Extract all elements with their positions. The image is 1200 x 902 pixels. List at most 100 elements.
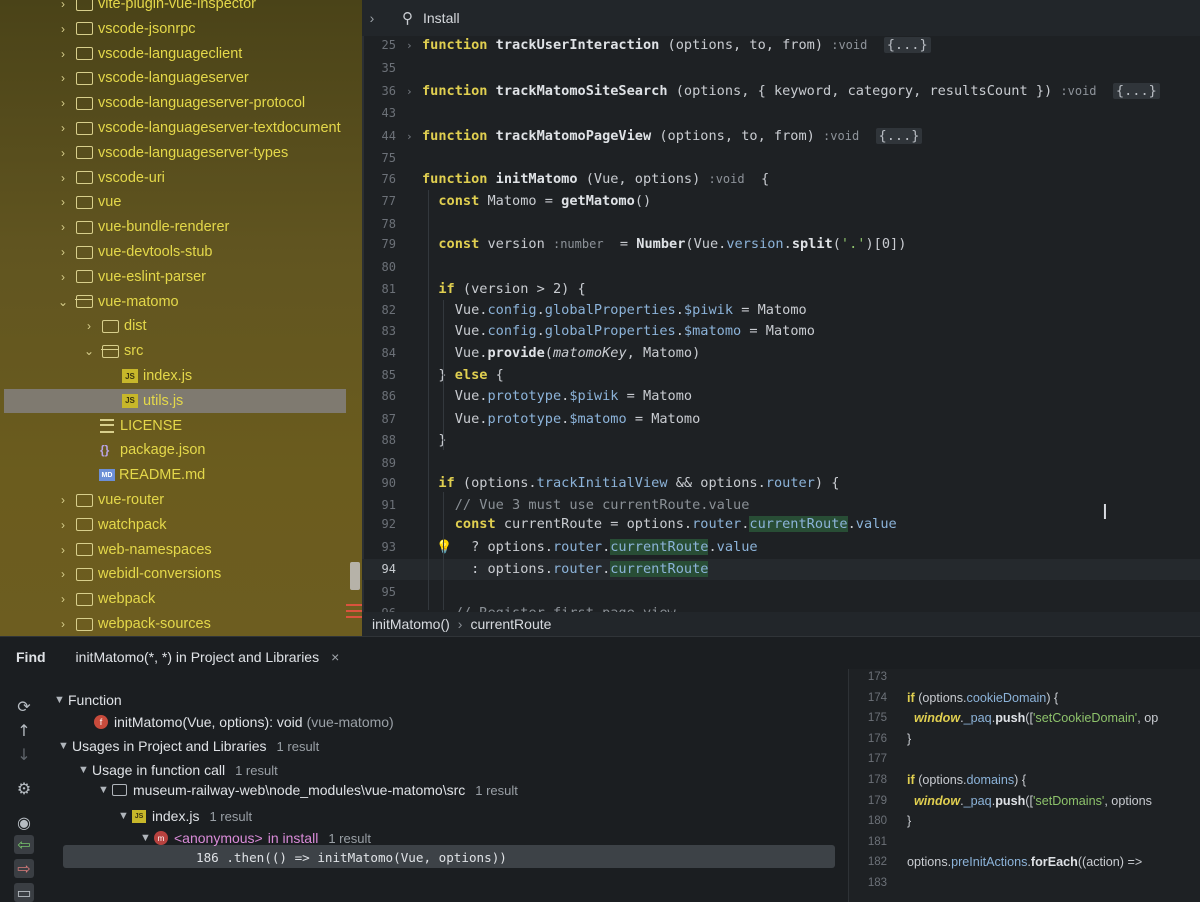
tree-item[interactable]: ⌄ vue-matomo [0, 290, 362, 314]
fold-chevron-icon[interactable]: › [406, 126, 413, 147]
code-line[interactable]: 75 [362, 148, 1200, 169]
chevron-right-icon[interactable]: › [56, 71, 70, 85]
tree-item[interactable]: › vue-bundle-renderer [0, 215, 362, 239]
function-target[interactable]: f initMatomo(Vue, options): void (vue-ma… [94, 711, 394, 733]
code-line[interactable]: 82 Vue.config.globalProperties.$piwik = … [362, 300, 1200, 321]
code-line[interactable]: 36 › function trackMatomoSiteSearch (optio… [362, 81, 1200, 102]
chevron-right-icon[interactable]: › [56, 220, 70, 234]
code-line[interactable]: 83 Vue.config.globalProperties.$matomo =… [362, 321, 1200, 342]
eye-icon[interactable]: ◉ [14, 813, 34, 832]
chevron-right-icon[interactable]: › [56, 146, 70, 160]
code-line[interactable]: 78 [362, 214, 1200, 235]
tree-item[interactable]: › webpack-sources [0, 612, 362, 636]
chevron-right-icon[interactable]: › [82, 319, 96, 333]
code-line[interactable]: 76 function initMatomo (Vue, options) :vo… [362, 169, 1200, 190]
usage-preview[interactable]: 173 174 if (options.cookieDomain) {175 win… [848, 669, 1200, 902]
code-editor[interactable]: › ⚲ Install 25 › function trackUserInterac… [362, 0, 1200, 612]
chevron-right-icon[interactable]: › [56, 543, 70, 557]
tree-item[interactable]: MD README.md [0, 463, 362, 487]
arrow-up-icon[interactable]: ↑ [14, 721, 34, 740]
code-line[interactable]: 80 [362, 257, 1200, 278]
chevron-right-icon[interactable]: › [56, 171, 70, 185]
code-line[interactable]: 89 [362, 453, 1200, 474]
fold-chevron-icon[interactable]: › [406, 81, 413, 102]
tree-item[interactable]: › vue-router [0, 488, 362, 512]
tree-item[interactable]: JS index.js [0, 364, 362, 388]
tree-item[interactable]: › watchpack [0, 513, 362, 537]
code-line[interactable]: 91 // Vue 3 must use currentRoute.value [362, 495, 1200, 516]
chevron-down-icon[interactable]: ⌄ [82, 344, 96, 358]
code-line[interactable]: 88 } [362, 430, 1200, 451]
tree-item[interactable]: › vscode-jsonrpc [0, 17, 362, 41]
tab-find-usages[interactable]: initMatomo(*, *) in Project and Librarie… [76, 649, 320, 665]
chevron-right-icon[interactable]: › [56, 96, 70, 110]
chevron-right-icon[interactable]: › [56, 592, 70, 606]
tree-item[interactable]: LICENSE [0, 414, 362, 438]
chevron-right-icon[interactable]: › [56, 245, 70, 259]
import-icon[interactable]: ⇦ [14, 835, 34, 854]
tree-item[interactable]: › vite-plugin-vue-inspector [0, 0, 362, 16]
chevron-right-icon[interactable]: › [56, 518, 70, 532]
tree-item[interactable]: › vue [0, 190, 362, 214]
code-line[interactable]: 92 const currentRoute = options.router.c… [362, 514, 1200, 535]
tree-item[interactable]: › vue-eslint-parser [0, 265, 362, 289]
group-directory[interactable]: ▼ museum-railway-web\node_modules\vue-ma… [98, 779, 518, 801]
tree-item[interactable]: › vscode-languageserver-textdocument [0, 116, 362, 140]
tree-item[interactable]: › webpack [0, 587, 362, 611]
breadcrumb-item-variable[interactable]: currentRoute [470, 616, 551, 632]
tree-item[interactable]: {} package.json [0, 438, 362, 462]
tree-item[interactable]: › vscode-languageclient [0, 42, 362, 66]
breadcrumb-item-function[interactable]: initMatomo() [372, 616, 450, 632]
code-line[interactable]: 87 Vue.prototype.$matomo = Matomo [362, 409, 1200, 430]
tree-item[interactable]: › vscode-languageserver-protocol [0, 91, 362, 115]
close-icon[interactable]: × [331, 649, 339, 665]
export-icon[interactable]: ⇨ [14, 859, 34, 878]
search-icon[interactable]: ⚲ [402, 9, 413, 27]
group-usage-kind[interactable]: ▼ Usage in function call 1 result [78, 759, 278, 781]
chevron-down-icon[interactable]: ⌄ [56, 295, 70, 309]
tree-item[interactable]: › vscode-languageserver [0, 66, 362, 90]
code-line[interactable]: 25 › function trackUserInteraction (option… [362, 35, 1200, 56]
code-line[interactable]: 95 [362, 582, 1200, 603]
usage-line[interactable]: 186 .then(() => initMatomo(Vue, options)… [196, 846, 507, 868]
tree-item[interactable]: › webidl-conversions [0, 562, 362, 586]
code-line[interactable]: 84 Vue.provide(matomoKey, Matomo) [362, 343, 1200, 364]
tree-item[interactable]: › vscode-uri [0, 166, 362, 190]
code-line[interactable]: 96 // Register first page view [362, 603, 1200, 612]
code-line[interactable]: 94 : options.router.currentRoute [362, 559, 1200, 580]
code-line[interactable]: 35 [362, 58, 1200, 79]
code-line[interactable]: 81 if (version > 2) { [362, 279, 1200, 300]
chevron-right-icon[interactable]: › [362, 10, 382, 26]
chevron-right-icon[interactable]: › [56, 270, 70, 284]
gear-icon[interactable]: ⚙ [14, 779, 34, 798]
code-line[interactable]: 79 const version :number = Number(Vue.ve… [362, 234, 1200, 255]
chevron-right-icon[interactable]: › [56, 121, 70, 135]
code-line[interactable]: 86 Vue.prototype.$piwik = Matomo [362, 386, 1200, 407]
code-line[interactable]: 85 } else { [362, 365, 1200, 386]
code-line[interactable]: 90 if (options.trackInitialView && optio… [362, 473, 1200, 494]
chevron-right-icon[interactable]: › [56, 22, 70, 36]
folder-filter-icon[interactable]: ▭ [14, 883, 34, 902]
arrow-down-icon[interactable]: ↓ [14, 745, 34, 764]
group-usages[interactable]: ▼ Usages in Project and Libraries 1 resu… [58, 735, 319, 757]
group-function[interactable]: ▼ Function [54, 689, 122, 711]
tree-item[interactable]: ⌄ src [0, 339, 362, 363]
fold-chevron-icon[interactable]: › [406, 35, 413, 56]
chevron-right-icon[interactable]: › [56, 195, 70, 209]
tree-item[interactable]: › web-namespaces [0, 538, 362, 562]
tree-item[interactable]: › dist [0, 314, 362, 338]
code-line[interactable]: 44 › function trackMatomoPageView (options… [362, 126, 1200, 147]
group-file[interactable]: ▼ JS index.js 1 result [118, 805, 252, 827]
chevron-right-icon[interactable]: › [56, 493, 70, 507]
chevron-right-icon[interactable]: › [56, 47, 70, 61]
tree-item[interactable]: JS utils.js [4, 388, 346, 413]
chevron-right-icon[interactable]: › [56, 0, 70, 11]
tree-item[interactable]: › vue-devtools-stub [0, 240, 362, 264]
code-line[interactable]: 93 💡 ? options.router.currentRoute.value [362, 537, 1200, 558]
tree-item[interactable]: › vscode-languageserver-types [0, 141, 362, 165]
chevron-right-icon[interactable]: › [56, 567, 70, 581]
code-line[interactable]: 77 const Matomo = getMatomo() [362, 191, 1200, 212]
refresh-icon[interactable]: ⟳ [14, 697, 34, 716]
chevron-right-icon[interactable]: › [56, 617, 70, 631]
code-line[interactable]: 43 [362, 103, 1200, 124]
